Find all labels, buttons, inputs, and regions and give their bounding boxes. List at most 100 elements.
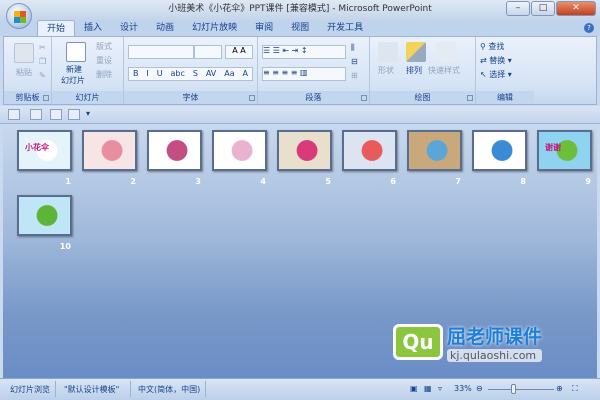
status-language[interactable]: 中文(简体，中国) <box>138 384 200 395</box>
status-theme[interactable]: "默认设计模板" <box>64 384 119 395</box>
reset-button[interactable]: 重设 <box>96 55 112 66</box>
alignment-buttons[interactable]: ≡ ≡ ≡ ≡ ▥ <box>262 67 346 81</box>
tab-view[interactable]: 视图 <box>282 20 318 36</box>
font-name-select[interactable] <box>128 45 194 59</box>
slide-number: 7 <box>455 177 461 186</box>
find-button[interactable]: ⚲ 查找 <box>480 41 504 52</box>
slide-thumbnail[interactable]: 小花伞 <box>17 130 72 171</box>
zoom-in-button[interactable]: ⊕ <box>556 384 563 393</box>
ribbon: 粘贴 ✂ ❐ ✎ 剪贴板 新建 幻灯片 版式 重设 删除 幻灯片 A A BIU… <box>3 36 597 105</box>
replace-label: 替换 <box>489 56 506 65</box>
change-case-button[interactable]: Aa <box>224 68 234 80</box>
cut-icon[interactable]: ✂ <box>39 43 46 52</box>
slide-thumbnail[interactable] <box>407 130 462 171</box>
slide-thumbnail[interactable] <box>472 130 527 171</box>
tab-home[interactable]: 开始 <box>37 20 76 36</box>
list-indent-buttons[interactable]: ☰ ☰ ⇤ ⇥ ↕ <box>262 45 346 59</box>
customize-dropdown-icon[interactable]: ▾ <box>86 109 90 118</box>
text-direction-icon[interactable]: ⫼ <box>351 43 355 53</box>
help-icon[interactable]: ? <box>584 23 594 33</box>
launcher-icon[interactable] <box>361 95 367 101</box>
group-slides: 新建 幻灯片 版式 重设 删除 幻灯片 <box>52 37 124 104</box>
tab-slideshow[interactable]: 幻灯片放映 <box>183 20 246 36</box>
maximize-button[interactable]: □ <box>531 1 555 16</box>
paste-icon <box>14 43 34 63</box>
watermark-url: kj.qulaoshi.com <box>447 349 543 362</box>
select-button[interactable]: ↖ 选择 ▾ <box>480 69 512 80</box>
italic-button[interactable]: I <box>146 68 148 80</box>
find-label: 查找 <box>488 42 505 51</box>
bold-button[interactable]: B <box>133 68 139 80</box>
shapes-button[interactable]: 形状 <box>378 65 394 76</box>
font-size-select[interactable] <box>194 45 222 59</box>
ribbon-tabs: 开始 插入 设计 动画 幻灯片放映 审阅 视图 开发工具 <box>0 20 600 36</box>
group-label: 绘图 <box>370 91 475 104</box>
shadow-button[interactable]: S <box>193 68 198 80</box>
arrange-button[interactable]: 排列 <box>406 65 422 76</box>
quick-styles-button[interactable]: 快速样式 <box>428 65 460 76</box>
strikethrough-button[interactable]: abc <box>171 68 185 80</box>
smartart-icon[interactable]: ⊞ <box>351 71 358 80</box>
copy-icon[interactable]: ❐ <box>39 57 46 66</box>
cursor-icon: ↖ <box>480 70 487 79</box>
fit-window-button[interactable]: ⛶ <box>572 384 578 394</box>
slide-thumbnail[interactable] <box>17 195 72 236</box>
launcher-icon[interactable] <box>249 95 255 101</box>
office-logo-icon <box>14 11 26 23</box>
arrange-icon <box>406 42 426 62</box>
slide-thumbnail[interactable]: 谢谢 <box>537 130 592 171</box>
hide-slide-icon[interactable] <box>50 109 62 120</box>
zoom-level[interactable]: 33% <box>454 384 472 393</box>
font-color-button[interactable]: A <box>243 68 248 80</box>
zoom-slider-thumb[interactable] <box>511 384 517 394</box>
new-slide-dropdown[interactable]: 幻灯片 <box>61 75 85 86</box>
zoom-out-button[interactable]: ⊖ <box>476 384 483 393</box>
replace-button[interactable]: ⇄ 替换 ▾ <box>480 55 512 66</box>
align-text-icon[interactable]: ⊟ <box>351 57 358 66</box>
launcher-icon[interactable] <box>43 95 49 101</box>
slide-thumbnail[interactable] <box>277 130 332 171</box>
title-bar: 小班美术《小花伞》PPT课件 [兼容模式] - Microsoft PowerP… <box>0 0 600 20</box>
paste-button[interactable]: 粘贴 <box>16 67 32 78</box>
grow-shrink-font-button[interactable]: A A <box>225 45 253 59</box>
group-label: 段落 <box>258 91 369 104</box>
slide-title: 谢谢 <box>545 143 561 152</box>
tab-design[interactable]: 设计 <box>111 20 147 36</box>
logo-text: Qu <box>402 330 434 354</box>
slideshow-button[interactable]: ▿ <box>438 384 442 393</box>
format-painter-icon[interactable]: ✎ <box>39 71 46 80</box>
group-label: 字体 <box>124 91 257 104</box>
group-font: A A B I Uabc S AV Aa A 字体 <box>124 37 258 104</box>
zoom-slider[interactable] <box>488 389 554 390</box>
layout-button[interactable]: 版式 <box>96 41 112 52</box>
tab-animations[interactable]: 动画 <box>147 20 183 36</box>
slide-thumbnail[interactable] <box>82 130 137 171</box>
slide-icon[interactable] <box>30 109 42 120</box>
close-button[interactable]: ✕ <box>556 1 596 16</box>
slide-thumbnail[interactable] <box>147 130 202 171</box>
minimize-button[interactable]: – <box>506 1 530 16</box>
slide-sorter-button[interactable]: ▦ <box>424 384 432 393</box>
slide-number: 6 <box>390 177 396 186</box>
slide-title: 小花伞 <box>25 143 49 152</box>
underline-button[interactable]: U <box>157 68 163 80</box>
transition-icon[interactable] <box>68 109 80 120</box>
delete-button[interactable]: 删除 <box>96 69 112 80</box>
spacing-button[interactable]: AV <box>206 68 216 80</box>
slide-thumbnail[interactable] <box>342 130 397 171</box>
logo-book-icon: Qu <box>393 324 443 360</box>
office-button[interactable] <box>6 3 32 29</box>
normal-view-button[interactable]: ▣ <box>410 384 418 393</box>
slide-number: 5 <box>325 177 331 186</box>
tab-review[interactable]: 审阅 <box>246 20 282 36</box>
slide-thumbnail[interactable] <box>212 130 267 171</box>
select-label: 选择 <box>489 70 506 79</box>
group-paragraph: ☰ ☰ ⇤ ⇥ ↕ ≡ ≡ ≡ ≡ ▥ ⫼ ⊟ ⊞ 段落 <box>258 37 370 104</box>
slide-number: 1 <box>65 177 71 186</box>
new-slide-button[interactable]: 新建 <box>66 64 82 75</box>
tab-developer[interactable]: 开发工具 <box>318 20 372 36</box>
watermark-logo: Qu 屈老师课件 kj.qulaoshi.com <box>393 322 543 362</box>
tab-insert[interactable]: 插入 <box>75 20 111 36</box>
launcher-icon[interactable] <box>467 95 473 101</box>
normal-view-icon[interactable] <box>8 109 20 120</box>
